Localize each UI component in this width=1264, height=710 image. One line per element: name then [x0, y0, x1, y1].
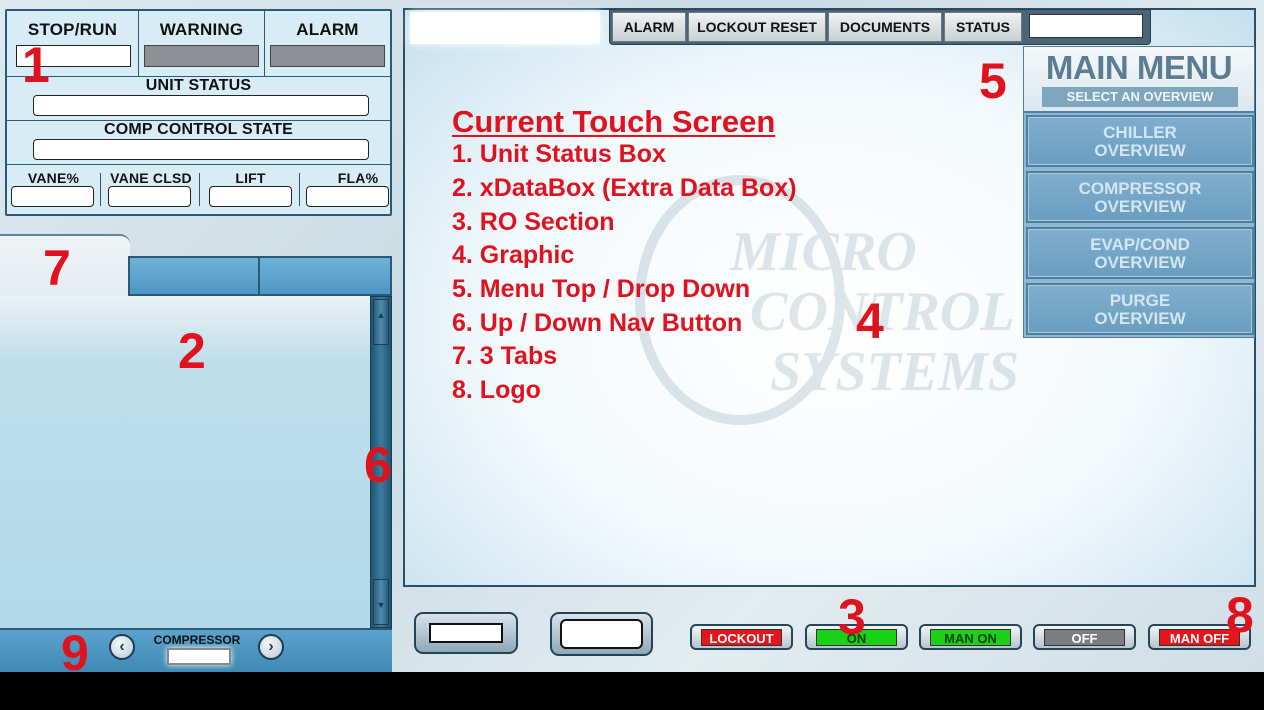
menu-item-chiller-overview[interactable]: CHILLER OVERVIEW	[1026, 115, 1254, 167]
compressor-nav-bar: ‹ COMPRESSOR ›	[0, 628, 392, 672]
menu-item-line: PURGE	[1109, 291, 1171, 310]
annotation-number-2: 2	[178, 323, 206, 379]
lockout-status-button[interactable]: LOCKOUT	[690, 624, 793, 650]
off-status-label: OFF	[1044, 629, 1125, 646]
xdata-tab-2[interactable]	[130, 258, 260, 294]
scroll-up-button[interactable]: ▲	[373, 299, 389, 345]
status-row-bottom: VANE% VANE CLSD LIFT FLA%	[7, 165, 390, 214]
annotation-number-6: 6	[364, 437, 392, 493]
compressor-nav-field	[167, 648, 231, 665]
note-line-8: 8. Logo	[452, 376, 541, 404]
compressor-nav-label: COMPRESSOR	[153, 633, 241, 647]
lift-field	[209, 186, 292, 207]
man-on-status-label: MAN ON	[930, 629, 1011, 646]
note-line-3: 3. RO Section	[452, 208, 615, 236]
status-row-top: STOP/RUN WARNING ALARM	[7, 11, 390, 77]
vane-pct-cell: VANE%	[7, 170, 101, 207]
vane-clsd-field	[108, 186, 191, 207]
ro-frame-2	[550, 612, 653, 656]
annotation-number-8: 8	[1226, 587, 1254, 643]
alarm-button[interactable]: ALARM	[612, 12, 686, 42]
scroll-down-button[interactable]: ▼	[373, 579, 389, 625]
ro-field-1	[429, 623, 503, 643]
note-line-2: 2. xDataBox (Extra Data Box)	[452, 174, 797, 202]
menu-item-purge-overview[interactable]: PURGE OVERVIEW	[1026, 283, 1254, 335]
menu-item-line: CHILLER	[1103, 123, 1177, 142]
menu-item-line: OVERVIEW	[1094, 309, 1186, 328]
alarm-label: ALARM	[296, 20, 359, 39]
documents-button[interactable]: DOCUMENTS	[828, 12, 942, 42]
alarm-indicator	[270, 45, 385, 67]
main-menu-title: MAIN MENU	[1045, 49, 1233, 86]
menu-item-line: OVERVIEW	[1094, 197, 1186, 216]
vane-pct-field	[11, 186, 94, 207]
off-status-button[interactable]: OFF	[1033, 624, 1136, 650]
fla-pct-field	[306, 186, 389, 207]
lift-cell: LIFT	[202, 170, 300, 207]
lift-label: LIFT	[235, 170, 266, 186]
comp-control-state-row: COMP CONTROL STATE	[7, 121, 390, 165]
unit-status-field	[33, 95, 369, 116]
annotation-number-5: 5	[979, 53, 1007, 109]
menu-item-line: COMPRESSOR	[1078, 179, 1202, 198]
note-line-1: 1. Unit Status Box	[452, 140, 666, 168]
ro-field-2	[560, 619, 643, 649]
xdata-tab-bar	[128, 256, 392, 296]
top-bar-field	[1029, 14, 1143, 38]
comp-control-state-field	[33, 139, 369, 160]
unit-status-label: UNIT STATUS	[145, 77, 252, 94]
prev-compressor-button[interactable]: ‹	[109, 634, 135, 660]
warning-indicator	[144, 45, 259, 67]
watermark-line-1: MICRO	[729, 221, 917, 283]
annotation-number-9: 9	[61, 625, 89, 672]
vane-pct-label: VANE%	[27, 170, 80, 186]
main-menu-subtitle: SELECT AN OVERVIEW	[1042, 87, 1238, 107]
vane-clsd-cell: VANE CLSD	[103, 170, 200, 207]
annotation-number-1: 1	[22, 37, 50, 93]
lockout-status-label: LOCKOUT	[701, 629, 782, 646]
annotation-number-4: 4	[856, 293, 884, 349]
main-menu: MAIN MENU SELECT AN OVERVIEW CHILLER OVE…	[1023, 46, 1255, 338]
note-line-4: 4. Graphic	[452, 241, 575, 269]
fla-pct-label: FLA%	[337, 170, 379, 186]
unit-status-box: STOP/RUN WARNING ALARM UNIT STATUS COMP …	[5, 9, 392, 216]
graphic-title-field	[410, 12, 600, 44]
note-line-6: 6. Up / Down Nav Button	[452, 309, 743, 337]
comp-control-state-label: COMP CONTROL STATE	[103, 121, 294, 138]
unit-status-row: UNIT STATUS	[7, 77, 390, 121]
annotation-number-3: 3	[838, 589, 866, 645]
fla-pct-cell: FLA%	[302, 170, 390, 207]
menu-item-evap-cond-overview[interactable]: EVAP/COND OVERVIEW	[1026, 227, 1254, 279]
notes-title: Current Touch Screen	[452, 104, 776, 139]
alarm-cell: ALARM	[265, 11, 390, 76]
lockout-reset-button[interactable]: LOCKOUT RESET	[688, 12, 826, 42]
watermark-line-3: SYSTEMS	[770, 341, 1019, 403]
touch-screen: STOP/RUN WARNING ALARM UNIT STATUS COMP …	[0, 0, 1264, 672]
menu-item-line: EVAP/COND	[1090, 235, 1190, 254]
vane-clsd-label: VANE CLSD	[110, 170, 192, 186]
menu-item-compressor-overview[interactable]: COMPRESSOR OVERVIEW	[1026, 171, 1254, 223]
warning-cell: WARNING	[139, 11, 265, 76]
menu-item-line: OVERVIEW	[1094, 253, 1186, 272]
annotation-number-7: 7	[43, 240, 71, 296]
xdata-tab-3[interactable]	[260, 258, 390, 294]
ro-frame-1	[414, 612, 518, 654]
man-on-status-button[interactable]: MAN ON	[919, 624, 1022, 650]
status-button[interactable]: STATUS	[944, 12, 1022, 42]
bottom-bar	[0, 672, 1264, 710]
next-compressor-button[interactable]: ›	[258, 634, 284, 660]
main-menu-header[interactable]: MAIN MENU SELECT AN OVERVIEW	[1024, 47, 1254, 113]
menu-item-line: OVERVIEW	[1094, 141, 1186, 160]
note-line-7: 7. 3 Tabs	[452, 342, 558, 370]
note-line-5: 5. Menu Top / Drop Down	[452, 275, 751, 303]
warning-label: WARNING	[159, 20, 244, 39]
